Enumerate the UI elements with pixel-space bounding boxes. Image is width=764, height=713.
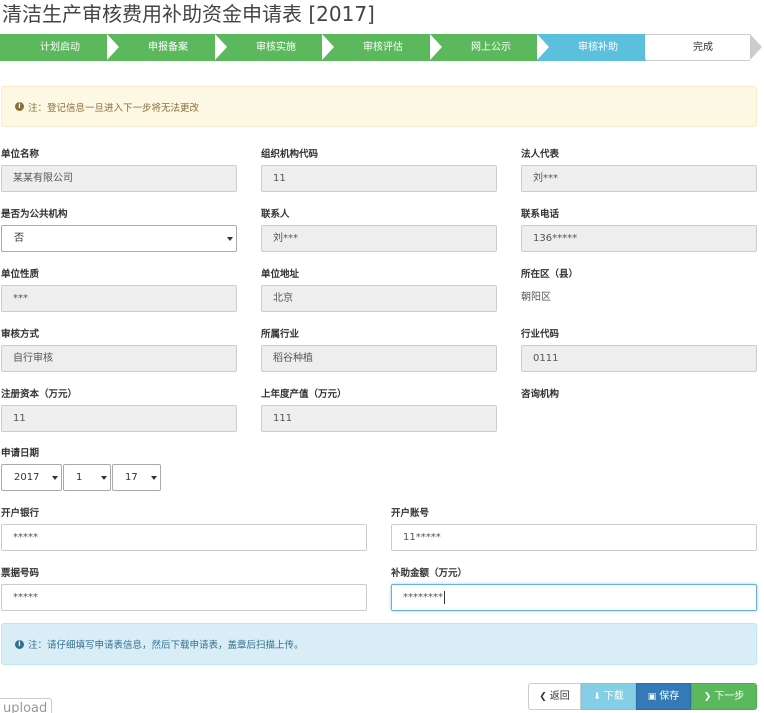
unit-type-label: 单位性质 <box>1 269 40 280</box>
info-icon <box>15 101 24 112</box>
chevron-down-icon <box>151 476 157 480</box>
district-value: 朝阳区 <box>521 292 551 303</box>
text-cursor <box>444 590 445 604</box>
audit-method-label: 审核方式 <box>1 329 40 340</box>
chevron-left-icon: ❮ <box>539 692 547 702</box>
public-org-label: 是否为公共机构 <box>1 209 68 220</box>
subsidy-value: ******** <box>403 592 443 603</box>
year-value: 2017 <box>14 472 40 483</box>
step-complete: 完成 <box>645 34 762 61</box>
year-select[interactable]: 2017 <box>1 464 62 491</box>
last-output-field[interactable]: 111 <box>261 405 497 432</box>
unit-type-field[interactable]: *** <box>1 285 237 312</box>
unit-name-field[interactable]: 某某有限公司 <box>1 165 237 192</box>
notice-info: 注：请仔细填写申请表信息，然后下载申请表，盖章后扫描上传。 <box>1 623 757 665</box>
chevron-down-icon <box>101 476 107 480</box>
step-audit-eval: 审核评估 <box>322 34 445 61</box>
legal-rep-label: 法人代表 <box>521 149 560 160</box>
public-org-select[interactable]: 否 <box>1 225 237 252</box>
step-label: 计划启动 <box>40 42 80 53</box>
step-label: 申报备案 <box>148 42 188 53</box>
notice-warning: 注：登记信息一旦进入下一步将无法更改 <box>1 86 757 127</box>
step-label: 完成 <box>693 42 713 53</box>
next-step-button[interactable]: ❯ 下一步 <box>691 683 757 710</box>
address-field[interactable]: 北京 <box>261 285 497 312</box>
download-icon: ⬇ <box>593 692 601 702</box>
phone-label: 联系电话 <box>521 209 560 220</box>
page-title: 清洁生产审核费用补助资金申请表 [2017] <box>2 2 375 26</box>
day-select[interactable]: 17 <box>112 464 161 491</box>
subsidy-input[interactable]: ******** <box>391 584 757 611</box>
step-audit-subsidy: 审核补助 <box>537 34 660 61</box>
step-filing: 申报备案 <box>107 34 230 61</box>
step-online-publicity: 网上公示 <box>430 34 553 61</box>
contact-label: 联系人 <box>261 209 290 220</box>
step-audit-impl: 审核实施 <box>215 34 338 61</box>
month-value: 1 <box>76 472 83 483</box>
step-label: 审核补助 <box>578 42 618 53</box>
step-label: 审核评估 <box>363 42 403 53</box>
district-label: 所在区（县） <box>521 269 579 280</box>
day-value: 17 <box>125 472 138 483</box>
industry-code-field[interactable]: 0111 <box>521 345 757 372</box>
info-icon <box>15 639 24 650</box>
floppy-disk-icon: ▣ <box>647 692 657 702</box>
unit-name-label: 单位名称 <box>1 149 40 160</box>
bank-label: 开户银行 <box>1 508 40 519</box>
consult-org-label: 咨询机构 <box>521 389 560 400</box>
notice-info-text: 注：请仔细填写申请表信息，然后下载申请表，盖章后扫描上传。 <box>28 640 304 651</box>
industry-field[interactable]: 稻谷种植 <box>261 345 497 372</box>
progress-steps: 计划启动 申报备案 审核实施 审核评估 网上公示 审核补助 完成 <box>0 34 762 61</box>
audit-method-field[interactable]: 自行审核 <box>1 345 237 372</box>
industry-code-label: 行业代码 <box>521 329 560 340</box>
step-label: 审核实施 <box>256 42 296 53</box>
next-step-button-label: 下一步 <box>714 691 745 702</box>
step-label: 网上公示 <box>471 42 511 53</box>
reg-capital-label: 注册资本（万元） <box>1 389 78 400</box>
phone-field[interactable]: 136***** <box>521 225 757 252</box>
org-code-field[interactable]: 11 <box>261 165 497 192</box>
save-button-label: 保存 <box>659 691 680 702</box>
org-code-label: 组织机构代码 <box>261 149 319 160</box>
invoice-label: 票据号码 <box>1 568 40 579</box>
last-output-label: 上年度产值（万元） <box>261 389 347 400</box>
back-button[interactable]: ❮ 返回 <box>528 683 581 710</box>
back-button-label: 返回 <box>549 691 570 702</box>
industry-label: 所属行业 <box>261 329 300 340</box>
save-button[interactable]: ▣ 保存 <box>636 683 691 710</box>
notice-warning-text: 注：登记信息一旦进入下一步将无法更改 <box>28 102 200 114</box>
invoice-input[interactable]: ***** <box>1 584 367 611</box>
month-select[interactable]: 1 <box>63 464 111 491</box>
download-button[interactable]: ⬇ 下载 <box>581 683 636 710</box>
chevron-down-icon <box>52 476 58 480</box>
step-plan-start: 计划启动 <box>0 34 122 61</box>
chevron-right-icon: ❯ <box>703 692 712 702</box>
legal-rep-field[interactable]: 刘*** <box>521 165 757 192</box>
apply-date-label: 申请日期 <box>1 448 40 459</box>
account-label: 开户账号 <box>391 508 430 519</box>
address-label: 单位地址 <box>261 269 300 280</box>
subsidy-label: 补助金额（万元） <box>391 568 468 579</box>
download-button-label: 下载 <box>603 691 624 702</box>
public-org-value: 否 <box>14 233 24 244</box>
bank-input[interactable]: ***** <box>1 524 367 551</box>
contact-field[interactable]: 刘*** <box>261 225 497 252</box>
reg-capital-field[interactable]: 11 <box>1 405 237 432</box>
upload-tag[interactable]: upload <box>0 698 53 713</box>
account-input[interactable]: 11***** <box>391 524 757 551</box>
chevron-down-icon <box>227 237 233 241</box>
